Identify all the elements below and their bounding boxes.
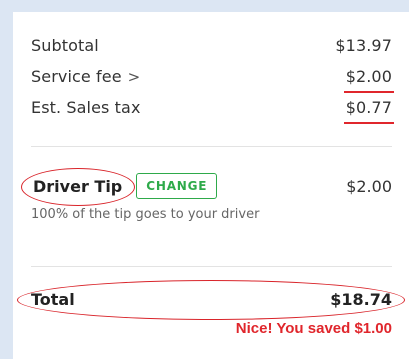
service-fee-amount: $2.00 [343,67,394,93]
subtotal-amount: $13.97 [335,36,392,55]
driver-tip-row: Driver Tip CHANGE $2.00 [21,167,392,206]
driver-tip-note: 100% of the tip goes to your driver [31,207,260,222]
service-fee-link[interactable]: Service fee > [31,67,140,86]
service-fee-amount-text: $2.00 [345,67,392,86]
total-row: Total $18.74 [31,290,392,309]
subtotal-label: Subtotal [31,36,99,55]
order-summary-panel: Subtotal $13.97 Service fee > $2.00 Est. … [13,12,409,359]
sales-tax-underline-mark [343,122,394,124]
subtotal-row: Subtotal $13.97 [31,36,392,55]
total-amount: $18.74 [330,290,392,309]
service-fee-underline-mark [343,91,394,93]
driver-tip-amount: $2.00 [346,176,392,196]
sales-tax-row: Est. Sales tax $0.77 [31,98,394,124]
total-label: Total [31,290,75,309]
change-tip-button[interactable]: CHANGE [136,173,218,199]
driver-tip-left: Driver Tip CHANGE [21,167,218,206]
sales-tax-amount: $0.77 [343,98,394,124]
sales-tax-label: Est. Sales tax [31,98,141,117]
divider [31,146,392,147]
service-fee-row[interactable]: Service fee > $2.00 [31,67,394,93]
savings-message: Nice! You saved $1.00 [235,320,392,337]
chevron-right-icon: > [127,68,141,86]
divider [31,266,392,267]
driver-tip-label: Driver Tip [21,167,135,206]
driver-tip-label-text: Driver Tip [33,176,123,196]
sales-tax-amount-text: $0.77 [345,98,392,117]
service-fee-label: Service fee [31,67,122,86]
